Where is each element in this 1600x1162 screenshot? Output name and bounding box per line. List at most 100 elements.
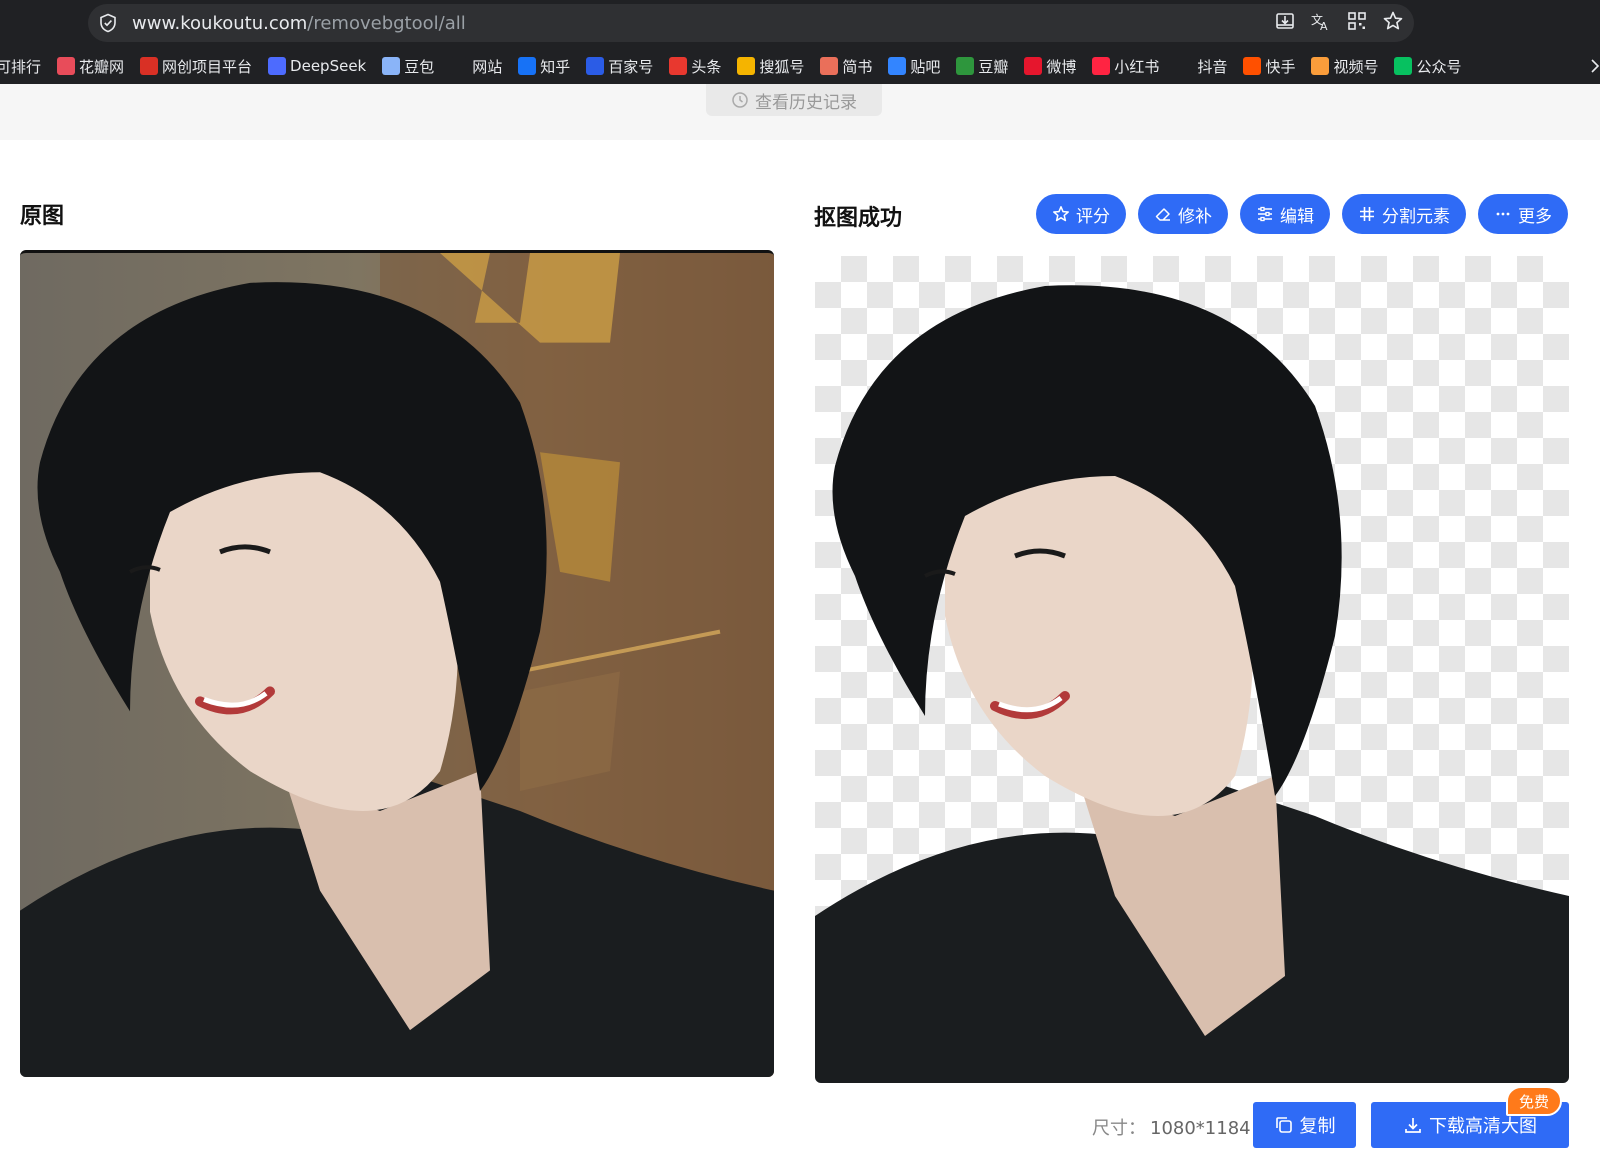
douban-icon [956,57,975,75]
split-elements-label: 分割元素 [1382,206,1450,227]
bookmark-label: 快手 [1265,57,1296,76]
bookmark-label: 知乎 [540,57,571,76]
repair-button[interactable]: 修补 [1138,194,1228,234]
wechat-mp-icon [1394,57,1413,75]
bookmark-item[interactable]: DeepSeek [260,57,374,75]
bookmark-item[interactable]: 快手 [1235,56,1303,77]
bookmark-label: 搜狐号 [759,57,805,76]
result-action-bar: 评分 修补 编辑 分割元素 更多 [1036,194,1568,234]
channels-icon [1311,57,1330,75]
bookmark-item[interactable]: 可排行 [0,56,49,77]
bookmark-item[interactable]: 贴吧 [880,56,948,77]
repair-label: 修补 [1178,206,1212,227]
ellipsis-icon [1496,212,1510,216]
bookmark-star-icon[interactable] [1382,10,1404,32]
address-bar-actions: 文A [1274,10,1404,32]
bookmark-item[interactable]: 微博 [1016,56,1084,77]
copy-button[interactable]: 复制 [1253,1102,1356,1148]
url-text[interactable]: www.koukoutu.com/removebgtool/all [132,13,466,34]
bookmark-label: 公众号 [1416,57,1462,76]
bookmark-label: DeepSeek [290,57,367,75]
view-history-label: 查看历史记录 [755,92,857,113]
bookmark-label: 百家号 [608,57,654,76]
bookmark-item[interactable]: 视频号 [1303,56,1386,77]
size-label: 尺寸： [1092,1118,1146,1139]
original-portrait [20,253,774,1077]
original-image-title: 原图 [20,204,65,229]
bookmark-item[interactable]: 网站 [442,56,510,77]
browser-chrome: www.koukoutu.com/removebgtool/all 文A 可排行… [0,0,1600,84]
edit-label: 编辑 [1280,206,1314,227]
bookmark-label: 豆瓣 [978,57,1009,76]
bookmark-item[interactable]: 豆包 [374,56,442,77]
sliders-icon [1258,206,1272,222]
doubao-icon [382,57,401,75]
more-button[interactable]: 更多 [1478,194,1568,234]
sohu-icon [737,57,756,75]
bookmark-label: 花瓣网 [79,57,125,76]
bookmark-item[interactable]: 头条 [661,56,729,77]
bookmark-item[interactable]: 搜狐号 [729,56,812,77]
history-clock-icon [732,92,748,108]
deepseek-whale-icon [268,57,287,75]
globe-icon [450,57,469,75]
eraser-icon [1155,208,1170,221]
install-app-icon[interactable] [1274,10,1296,32]
star-icon [1053,206,1069,222]
url-path: /removebgtool/all [307,13,466,34]
cutout-portrait [815,285,1569,1083]
bookmark-item[interactable]: 小红书 [1084,56,1167,77]
fox-icon [140,57,159,75]
toutiao-icon [669,57,688,75]
bookmarks-overflow-icon[interactable] [1590,58,1600,74]
free-badge: 免费 [1506,1086,1562,1116]
bookmark-item[interactable]: 抖音 [1167,56,1235,77]
download-icon [1405,1118,1421,1133]
edit-button[interactable]: 编辑 [1240,194,1330,234]
zhihu-icon [518,57,537,75]
bookmark-item[interactable]: 花瓣网 [49,56,132,77]
address-bar[interactable]: www.koukoutu.com/removebgtool/all [88,4,1414,42]
bookmark-item[interactable]: 豆瓣 [948,56,1016,77]
bookmark-item[interactable]: 简书 [812,56,880,77]
bookmark-label: 网站 [472,57,503,76]
bookmark-label: 视频号 [1333,57,1379,76]
cutout-result-image [815,256,1569,1083]
bookmark-label: 网创项目平台 [162,57,253,76]
bookmark-item[interactable]: 公众号 [1386,56,1469,77]
rate-button[interactable]: 评分 [1036,194,1126,234]
site-security-icon[interactable] [98,13,118,33]
kuaishou-icon [1243,57,1262,75]
bookmark-label: 豆包 [404,57,435,76]
split-elements-button[interactable]: 分割元素 [1342,194,1466,234]
copy-label: 复制 [1299,1116,1336,1137]
bookmarks-bar: 可排行 花瓣网 网创项目平台 DeepSeek 豆包 网站 知乎 百家号 头条 搜狐号 简书 贴吧 豆瓣… [0,50,1600,82]
hash-icon [1360,207,1374,221]
size-value: 1080*1184 [1150,1118,1251,1139]
bookmark-label: 头条 [691,57,722,76]
rate-label: 评分 [1076,206,1110,227]
url-host: www.koukoutu.com [132,13,308,34]
copy-icon [1275,1117,1292,1133]
bookmark-item[interactable]: 知乎 [510,56,578,77]
bookmark-label: 小红书 [1114,57,1160,76]
tieba-paw-icon [888,57,907,75]
view-history-button[interactable]: 查看历史记录 [706,84,882,116]
translate-icon[interactable]: 文A [1310,10,1332,32]
result-title: 抠图成功 [814,206,903,231]
image-size-info: 尺寸： 1080*1184 [1092,1114,1251,1140]
bookmark-item[interactable]: 网创项目平台 [132,56,260,77]
bookmark-label: 可排行 [0,57,42,76]
huaban-icon [57,57,76,75]
qr-code-icon[interactable] [1346,10,1368,32]
weibo-icon [1024,57,1043,75]
more-label: 更多 [1518,206,1552,227]
bookmark-label: 贴吧 [910,57,941,76]
bookmark-label: 简书 [842,57,873,76]
svg-text:A: A [1320,20,1328,32]
bookmark-label: 抖音 [1197,57,1228,76]
original-image [20,250,774,1077]
bookmark-item[interactable]: 百家号 [578,56,661,77]
bookmark-label: 微博 [1046,57,1077,76]
baijiahao-icon [586,57,605,75]
